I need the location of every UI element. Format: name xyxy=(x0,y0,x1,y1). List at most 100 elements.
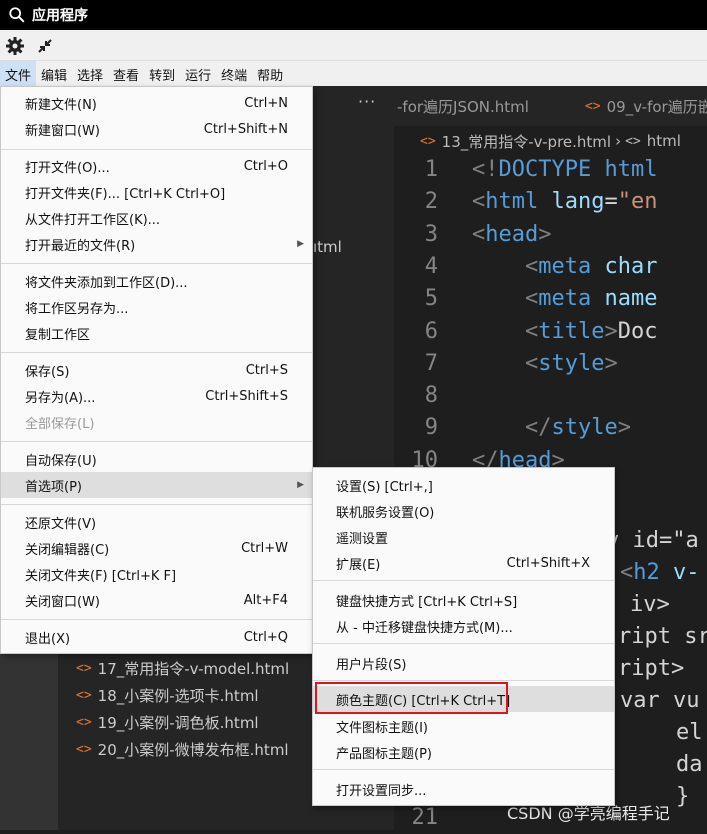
menu-item-extensions[interactable]: 扩展(E) Ctrl+Shift+X xyxy=(313,550,614,576)
menu-item-save-all: 全部保存(L) xyxy=(25,416,95,432)
menu-item-online-services[interactable]: 联机服务设置(O) xyxy=(313,498,614,524)
menu-edit[interactable]: 编辑 xyxy=(36,61,72,86)
highlight-box xyxy=(315,682,508,714)
toolbar xyxy=(0,30,707,61)
code-line: 2 <html lang="en xyxy=(394,186,707,218)
menu-item-revert-file[interactable]: 还原文件(V) xyxy=(1,509,312,535)
file-item[interactable]: <> 20_小案例-微博发布框.html xyxy=(76,736,289,762)
menu-separator xyxy=(1,504,312,505)
file-menu: 新建文件(N) Ctrl+N 新建窗口(W) Ctrl+Shift+N 打开文件(O… xyxy=(0,86,313,654)
menu-separator xyxy=(313,643,614,644)
menu-item-user-snippets[interactable]: 用户片段(S) xyxy=(313,650,614,676)
menu-item-settings-sync[interactable]: 打开设置同步... xyxy=(313,776,614,802)
menu-go[interactable]: 转到 xyxy=(144,61,180,86)
menu-item-save-as[interactable]: 另存为(A)... Ctrl+Shift+S xyxy=(1,383,312,409)
element-icon: <> xyxy=(625,133,641,149)
line-number: 21 xyxy=(411,805,439,830)
menu-item-save-workspace-as[interactable]: 将工作区另存为... xyxy=(1,294,312,320)
code-fragment: v id="a xyxy=(606,528,699,553)
menu-item-close-editor[interactable]: 关闭编辑器(C) Ctrl+W xyxy=(1,535,312,561)
menu-file[interactable]: 文件 xyxy=(0,61,37,86)
menu-run[interactable]: 运行 xyxy=(180,61,216,86)
menu-item-add-folder[interactable]: 将文件夹添加到工作区(D)... xyxy=(1,268,312,294)
menu-bar: 文件 编辑 选择 查看 转到 运行 终端 帮助 xyxy=(0,61,707,86)
line-number: 2 xyxy=(424,189,438,215)
code-line: 4 <meta char xyxy=(394,251,707,283)
code-line: 3 <head> xyxy=(394,219,707,251)
breadcrumb-file[interactable]: 13_常用指令-v-pre.html xyxy=(442,131,611,152)
file-name: 18_小案例-选项卡.html xyxy=(97,686,259,705)
menu-item-open-workspace[interactable]: 从文件打开工作区(K)... xyxy=(1,205,312,231)
menu-view[interactable]: 查看 xyxy=(108,61,144,86)
line-number: 9 xyxy=(424,415,438,441)
code-line: 8 xyxy=(394,380,707,412)
code-fragment: var vu xyxy=(620,688,700,713)
submenu-arrow-icon: ▶ xyxy=(297,480,304,490)
menu-separator xyxy=(1,619,312,620)
menu-separator xyxy=(1,149,312,150)
file-item[interactable]: <> 17_常用指令-v-model.html xyxy=(76,655,289,681)
code-line: 9 </style> xyxy=(394,412,707,444)
menu-separator xyxy=(313,769,614,770)
file-name: 20_小案例-微博发布框.html xyxy=(97,740,289,759)
code-fragment: ript sr xyxy=(618,624,707,649)
menu-separator xyxy=(1,441,312,442)
line-number: 3 xyxy=(424,221,438,247)
tab-editor[interactable]: -for遍历JSON.html xyxy=(394,86,535,126)
menu-item-new-window[interactable]: 新建窗口(W) Ctrl+Shift+N xyxy=(1,116,312,142)
submenu-arrow-icon: ▶ xyxy=(297,239,304,249)
tab-editor[interactable]: <> 09_v-for遍历嵌 xyxy=(535,86,707,126)
menu-item-telemetry[interactable]: 遥测设置 xyxy=(313,524,614,550)
menu-terminal[interactable]: 终端 xyxy=(216,61,252,86)
menu-item-close-window[interactable]: 关闭窗口(W) Alt+F4 xyxy=(1,587,312,613)
menu-help[interactable]: 帮助 xyxy=(252,61,288,86)
line-number: 4 xyxy=(424,253,438,279)
menu-item-save[interactable]: 保存(S) Ctrl+S xyxy=(1,357,312,383)
line-number: 5 xyxy=(424,286,438,312)
tab-label: 09_v-for遍历嵌 xyxy=(606,97,707,116)
code-fragment: <h2 v- xyxy=(620,560,700,585)
preferences-submenu: 设置(S) [Ctrl+,] 联机服务设置(O) 遥测设置 扩展(E) Ctrl+… xyxy=(312,467,615,806)
menu-separator xyxy=(313,580,614,581)
menu-item-open-folder[interactable]: 打开文件夹(F)... [Ctrl+K Ctrl+O] xyxy=(1,179,312,205)
menu-item-close-folder[interactable]: 关闭文件夹(F) [Ctrl+K F] xyxy=(1,561,312,587)
tab-bar: -for遍历JSON.html <> 09_v-for遍历嵌 xyxy=(394,86,707,126)
line-number: 6 xyxy=(424,318,438,344)
menu-item-product-icon-theme[interactable]: 产品图标主题(P) xyxy=(313,739,614,765)
menu-separator xyxy=(1,263,312,264)
file-item[interactable]: <> 19_小案例-调色板.html xyxy=(76,709,259,735)
gear-icon[interactable] xyxy=(5,36,25,56)
menu-item-duplicate-workspace[interactable]: 复制工作区 xyxy=(1,320,312,346)
html-file-icon: <> xyxy=(420,133,436,149)
menu-selection[interactable]: 选择 xyxy=(72,61,108,86)
menu-item-auto-save[interactable]: 自动保存(U) xyxy=(1,446,312,472)
chevron-right-icon: › xyxy=(615,132,622,150)
title-bar: 应用程序 xyxy=(0,0,707,30)
html-file-icon: <> xyxy=(76,741,92,757)
code-fragment: iv> xyxy=(630,592,670,617)
menu-item-exit[interactable]: 退出(X) Ctrl+Q xyxy=(1,624,312,650)
html-file-icon: <> xyxy=(76,687,92,703)
code-fragment: el xyxy=(676,720,703,745)
line-number: 7 xyxy=(424,350,438,376)
menu-item-keyboard-shortcuts[interactable]: 键盘快捷方式 [Ctrl+K Ctrl+S] xyxy=(313,587,614,613)
menu-item-open-recent[interactable]: 打开最近的文件(R) ▶ xyxy=(1,231,312,257)
menu-item-open-file[interactable]: 打开文件(O)... Ctrl+O xyxy=(1,153,312,179)
more-actions-icon[interactable]: ··· xyxy=(358,92,376,111)
file-item[interactable]: <> 18_小案例-选项卡.html xyxy=(76,682,259,708)
html-file-icon: <> xyxy=(76,714,92,730)
breadcrumb: <> 13_常用指令-v-pre.html › <> html xyxy=(394,126,707,156)
collapse-icon[interactable] xyxy=(35,36,55,56)
menu-item-preferences[interactable]: 首选项(P) ▶ xyxy=(1,472,312,498)
menu-item-migrate-keymaps[interactable]: 从 - 中迁移键盘快捷方式(M)... xyxy=(313,613,614,639)
menu-separator xyxy=(1,352,312,353)
line-number: 8 xyxy=(424,383,438,409)
menu-item-file-icon-theme[interactable]: 文件图标主题(I) xyxy=(313,713,614,739)
line-number: 1 xyxy=(424,157,438,182)
menu-item-new-file[interactable]: 新建文件(N) Ctrl+N xyxy=(1,90,312,116)
file-name: 17_常用指令-v-model.html xyxy=(97,659,290,678)
menu-separator xyxy=(313,680,614,681)
breadcrumb-node[interactable]: html xyxy=(647,132,681,150)
menu-item-settings[interactable]: 设置(S) [Ctrl+,] xyxy=(313,472,614,498)
search-icon[interactable] xyxy=(8,6,26,24)
